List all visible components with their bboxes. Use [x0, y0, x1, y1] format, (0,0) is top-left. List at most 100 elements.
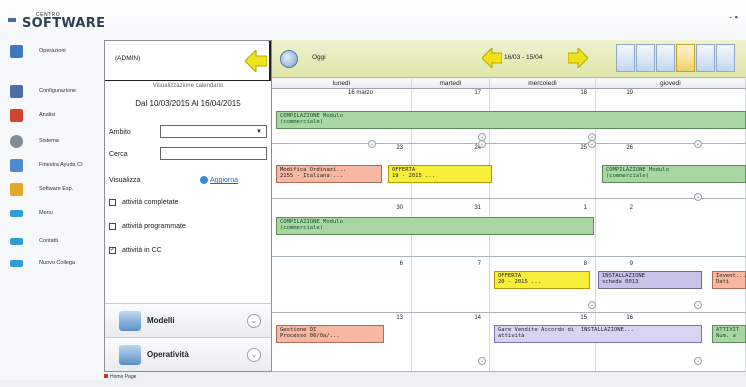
title-bar: CENTRO SOFTWARE - ▪ [0, 0, 746, 40]
day-number: 15 [580, 315, 587, 321]
document-icon [119, 344, 141, 365]
expand-icon[interactable]: ⌄ [478, 140, 486, 148]
sidebar-item[interactable]: Nuovo Collega [10, 254, 104, 272]
sidebar-item-label: Menu [39, 210, 53, 216]
calendar-event[interactable]: Invent... Dati [712, 271, 746, 289]
ambito-select[interactable]: ▼ [160, 125, 267, 138]
view-timeline-icon[interactable] [696, 44, 715, 72]
day-cell[interactable]: 6 [272, 257, 412, 312]
section-label: Operatività [147, 350, 189, 359]
view-month-icon[interactable] [676, 44, 695, 72]
day-number: 14 [474, 315, 481, 321]
sidebar-item-label: Software Esp. [39, 186, 74, 192]
sidebar-item[interactable]: Contatti [10, 232, 104, 250]
expand-icon[interactable]: ⌄ [694, 140, 702, 148]
day-header: martedì [412, 79, 490, 89]
sidebar-item[interactable]: Configurazione [10, 82, 104, 100]
calendar-event[interactable]: Modifica Ordinazi... 2155 - Italiana ... [276, 165, 382, 183]
calendar-event[interactable]: Gestione DI Processo 00/0a/... [276, 325, 384, 343]
search-input[interactable] [160, 147, 267, 160]
window-controls[interactable]: - ▪ [729, 12, 738, 22]
checkbox-in-cc[interactable]: ✓ attività in CC [109, 247, 162, 254]
panel-subtitle: Visualizzazione calendario [152, 83, 224, 89]
checkbox-box[interactable] [109, 199, 116, 206]
expand-icon[interactable]: ⌄ [368, 140, 376, 148]
day-number: 26 [626, 145, 633, 151]
calendar-event[interactable]: COMPILAZIONE Modulo (commerciale) [602, 165, 746, 183]
calendar-event[interactable]: OFFERTA 20 - 2015 ... [494, 271, 590, 289]
calendar-toolbar: Oggi 16/03 - 15/04 [272, 40, 746, 78]
expand-icon[interactable]: ⌄ [694, 193, 702, 201]
view-day-icon[interactable] [616, 44, 635, 72]
sidebar-item[interactable]: Sistema [10, 132, 104, 150]
user-box[interactable]: (ADMIN) [105, 41, 271, 81]
checkbox-label: attività in CC [122, 247, 162, 254]
checkbox-box-checked[interactable]: ✓ [109, 247, 116, 254]
calendar-event[interactable]: COMPILAZIONE Modulo (commerciale) [276, 111, 746, 129]
sidebar-item-label: Sistema [39, 138, 59, 144]
arrow-right-icon[interactable] [568, 48, 588, 68]
calendar-event[interactable]: Gare Vendite Accordo di INSTALLAZIONE...… [494, 325, 702, 343]
sidebar-item[interactable]: Menu [10, 204, 104, 222]
expand-icon[interactable]: ⌄ [694, 357, 702, 365]
refresh-link[interactable]: Aggiorna [200, 176, 238, 184]
calendar-event[interactable]: OFFERTA 19 - 2015 ... [388, 165, 492, 183]
arrow-icon [10, 209, 23, 217]
expand-icon[interactable]: ⌄ [247, 347, 261, 362]
expand-icon[interactable]: ⌄ [694, 301, 702, 309]
expand-icon[interactable]: ⌄ [478, 357, 486, 365]
visualizza-label: Visualizza [109, 177, 141, 184]
search-icon[interactable] [280, 50, 298, 68]
day-number: 2 [629, 205, 633, 211]
ambito-label: Ambito [109, 129, 131, 136]
day-number: 17 [474, 90, 481, 96]
refresh-icon [200, 176, 208, 184]
calendar-event[interactable]: ATTIVIT Num. a [712, 325, 746, 343]
day-number: 16 [626, 315, 633, 321]
day-number: 23 [396, 145, 403, 151]
day-header: lunedì [272, 79, 412, 89]
status-text: Home Page [110, 374, 137, 380]
sidebar-item-label: Operazioni [39, 48, 66, 54]
app-logo: CENTRO SOFTWARE [8, 12, 105, 30]
arrow-left-icon[interactable] [482, 48, 502, 68]
calendar-event[interactable]: COMPILAZIONE Modulo (commerciale) [276, 217, 594, 235]
expand-icon[interactable]: ⌄ [588, 140, 596, 148]
sidebar: Operazioni Configurazione Analisi Sistem… [0, 40, 104, 380]
day-number: 9 [629, 261, 633, 267]
sidebar-item-label: Nuovo Collega [39, 260, 76, 266]
day-cell[interactable]: 25 [490, 144, 596, 198]
section-modelli[interactable]: Modelli ⌄ [105, 303, 271, 337]
view-workweek-icon[interactable] [636, 44, 655, 72]
day-number: 1 [583, 205, 587, 211]
stack-icon [10, 44, 23, 58]
day-cell[interactable]: 2 [596, 199, 746, 256]
sidebar-item-label: Analisi [39, 112, 56, 118]
section-label: Modelli [147, 316, 175, 325]
box-icon [10, 182, 23, 196]
day-number: 31 [474, 205, 481, 211]
checkbox-completate[interactable]: attività completate [109, 199, 178, 206]
chart-icon [10, 108, 23, 122]
expand-icon[interactable]: ⌄ [588, 301, 596, 309]
arrow-left-icon[interactable] [245, 50, 267, 72]
day-cell[interactable]: 7 [412, 257, 490, 312]
arrow-icon [10, 237, 23, 245]
expand-icon[interactable]: ⌄ [247, 313, 261, 328]
sidebar-item[interactable]: Operazioni [10, 42, 104, 60]
checkbox-label: attività completate [122, 199, 179, 206]
section-operativita[interactable]: Operatività ⌄ [105, 337, 271, 371]
view-week-icon[interactable] [656, 44, 675, 72]
today-button[interactable]: Oggi [312, 54, 326, 61]
sidebar-item[interactable]: Analisi [10, 106, 104, 124]
view-list-icon[interactable] [716, 44, 735, 72]
sidebar-item[interactable]: Software Esp. [10, 180, 104, 198]
checkbox-box[interactable] [109, 223, 116, 230]
tools-icon [10, 84, 23, 98]
calendar-event[interactable]: INSTALLAZIONE scheda 0013 [598, 271, 702, 289]
sidebar-item[interactable]: Finestra Ayuda CI [10, 156, 104, 174]
sidebar-item-label: Contatti [39, 238, 58, 244]
checkbox-programmate[interactable]: attività programmate [109, 223, 186, 230]
window-icon [10, 158, 23, 172]
user-label: (ADMIN) [115, 55, 141, 62]
